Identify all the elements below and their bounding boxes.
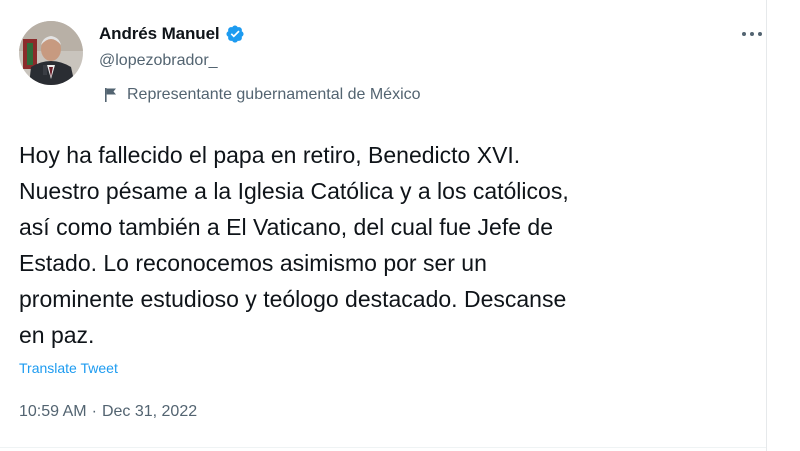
affiliation-text: Representante gubernamental de México bbox=[127, 86, 421, 103]
avatar[interactable] bbox=[19, 21, 83, 85]
tweet-time[interactable]: 10:59 AM bbox=[19, 403, 87, 421]
flag-icon bbox=[104, 87, 118, 103]
divider bbox=[0, 447, 766, 448]
card-border bbox=[766, 0, 767, 451]
author-display-name[interactable]: Andrés Manuel bbox=[99, 24, 220, 44]
tweet-card: Andrés Manuel @lopezobrador_ Representan… bbox=[0, 0, 766, 451]
translate-tweet-link[interactable]: Translate Tweet bbox=[19, 360, 118, 376]
author-name-row[interactable]: Andrés Manuel bbox=[99, 22, 245, 46]
more-options-icon bbox=[742, 32, 762, 36]
meta-separator: · bbox=[91, 403, 97, 420]
more-options-button[interactable] bbox=[738, 24, 766, 44]
tweet-date[interactable]: Dec 31, 2022 bbox=[102, 403, 197, 421]
affiliation-label: Representante gubernamental de México bbox=[104, 84, 421, 106]
author-handle[interactable]: @lopezobrador_ bbox=[99, 52, 218, 70]
profile-photo bbox=[19, 21, 83, 85]
tweet-timestamp[interactable]: 10:59 AM · Dec 31, 2022 bbox=[19, 403, 197, 421]
verified-badge-icon bbox=[225, 24, 245, 44]
tweet-text: Hoy ha fallecido el papa en retiro, Bene… bbox=[19, 142, 569, 348]
